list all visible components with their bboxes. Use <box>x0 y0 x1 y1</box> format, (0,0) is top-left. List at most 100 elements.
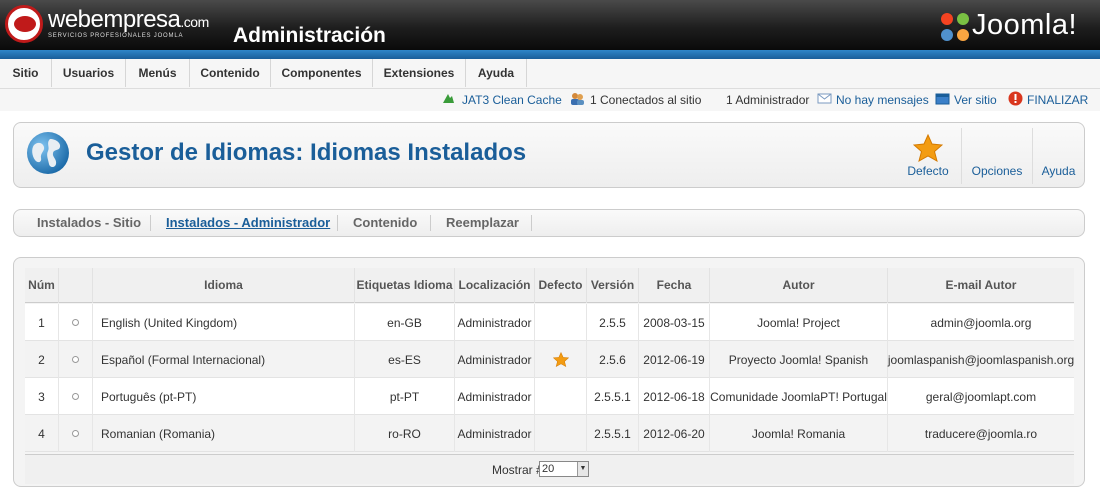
language-name[interactable]: Romanian (Romania) <box>93 415 355 452</box>
default-cell <box>535 304 587 341</box>
language-date: 2008-03-15 <box>639 304 710 341</box>
list-limit-value: 20 <box>542 463 555 475</box>
language-author: Joomla! Project <box>710 304 888 341</box>
webempresa-logo-icon <box>5 5 43 43</box>
options-button-label: Opciones <box>971 164 1023 178</box>
tab-divider <box>150 215 151 231</box>
cache-icon <box>443 94 454 103</box>
language-author: Proyecto Joomla! Spanish <box>710 341 888 378</box>
language-tag: ro-RO <box>355 415 455 452</box>
help-button[interactable]: Ayuda <box>1032 128 1084 184</box>
tab-divider <box>430 215 431 231</box>
language-location: Administrador <box>455 341 535 378</box>
language-date: 2012-06-19 <box>639 341 710 378</box>
language-date: 2012-06-18 <box>639 378 710 415</box>
row-select-radio[interactable] <box>72 356 79 363</box>
logout-link[interactable]: FINALIZAR <box>1027 92 1088 108</box>
row-select-radio[interactable] <box>72 393 79 400</box>
row-select-cell <box>59 341 93 378</box>
tab-replace[interactable]: Reemplazar <box>446 215 519 231</box>
default-star-icon[interactable] <box>552 352 569 367</box>
language-location: Administrador <box>455 378 535 415</box>
default-cell <box>535 415 587 452</box>
view-site-icon <box>935 93 950 105</box>
col-header-version[interactable]: Versión <box>587 268 639 303</box>
tab-installed-site[interactable]: Instalados - Sitio <box>37 215 141 231</box>
default-button[interactable]: Defecto <box>895 128 961 184</box>
row-select-cell <box>59 378 93 415</box>
language-name[interactable]: Español (Formal Internacional) <box>93 341 355 378</box>
show-count-label: Mostrar # <box>492 463 543 477</box>
language-version: 2.5.6 <box>587 341 639 378</box>
menu-menus[interactable]: Menús <box>126 59 190 87</box>
menu-ayuda[interactable]: Ayuda <box>466 59 527 87</box>
row-select-cell <box>59 415 93 452</box>
language-location: Administrador <box>455 304 535 341</box>
default-button-label: Defecto <box>907 164 949 178</box>
list-limit-select[interactable]: 20 ▼ <box>539 461 589 477</box>
menu-sitio[interactable]: Sitio <box>0 59 52 87</box>
language-author: Comunidade JoomlaPT! Portugal <box>710 378 888 415</box>
default-cell <box>535 378 587 415</box>
row-select-radio[interactable] <box>72 430 79 437</box>
joomla-logo-text: Joomla! <box>972 9 1078 41</box>
row-number: 3 <box>25 378 59 415</box>
view-site-link[interactable]: Ver sitio <box>954 92 997 108</box>
default-cell <box>535 341 587 378</box>
users-icon <box>571 93 584 105</box>
tab-content[interactable]: Contenido <box>353 215 417 231</box>
col-header-default[interactable]: Defecto <box>535 268 587 303</box>
row-select-cell <box>59 304 93 341</box>
col-header-num[interactable]: Núm <box>25 268 59 303</box>
messages-link[interactable]: No hay mensajes <box>836 92 929 108</box>
language-location: Administrador <box>455 415 535 452</box>
globe-icon <box>27 132 69 174</box>
language-name[interactable]: English (United Kingdom) <box>93 304 355 341</box>
tab-installed-admin[interactable]: Instalados - Administrador <box>166 215 330 231</box>
row-number: 2 <box>25 341 59 378</box>
menu-usuarios[interactable]: Usuarios <box>52 59 126 87</box>
star-icon <box>913 134 943 162</box>
options-button[interactable]: Opciones <box>961 128 1032 184</box>
language-tag: es-ES <box>355 341 455 378</box>
menu-extensiones[interactable]: Extensiones <box>373 59 466 87</box>
language-tag: en-GB <box>355 304 455 341</box>
row-number: 4 <box>25 415 59 452</box>
language-author-email: joomlaspanish@joomlaspanish.org <box>887 352 1075 367</box>
language-author-email: traducere@joomla.ro <box>924 426 1038 441</box>
brand-tagline: SERVICIOS PROFESIONALES JOOMLA <box>48 33 184 39</box>
language-tag: pt-PT <box>355 378 455 415</box>
language-version: 2.5.5.1 <box>587 415 639 452</box>
row-select-radio[interactable] <box>72 319 79 326</box>
header-accent-bar <box>0 50 1100 59</box>
app-title: Administración <box>233 24 386 47</box>
language-date: 2012-06-20 <box>639 415 710 452</box>
col-header-language[interactable]: Idioma <box>93 268 355 303</box>
menu-contenido[interactable]: Contenido <box>190 59 271 87</box>
tab-divider <box>337 215 338 231</box>
connected-users: 1 Conectados al sitio <box>590 93 702 107</box>
logout-icon <box>1008 91 1023 106</box>
message-icon <box>817 93 832 104</box>
tab-divider <box>531 215 532 231</box>
language-version: 2.5.5 <box>587 304 639 341</box>
joomla-logo-icon <box>941 13 969 41</box>
page-title: Gestor de Idiomas: Idiomas Instalados <box>86 139 527 166</box>
language-author-email: geral@joomlapt.com <box>925 389 1037 404</box>
col-header-author-email[interactable]: E-mail Autor <box>888 268 1074 303</box>
col-header-date[interactable]: Fecha <box>639 268 710 303</box>
brand-logo-text: webempresa.com <box>48 6 209 33</box>
row-number: 1 <box>25 304 59 341</box>
admin-count: 1 Administrador <box>726 93 810 107</box>
col-header-author[interactable]: Autor <box>710 268 888 303</box>
language-name[interactable]: Português (pt-PT) <box>93 378 355 415</box>
menu-componentes[interactable]: Componentes <box>271 59 373 87</box>
chevron-down-icon[interactable]: ▼ <box>577 462 588 476</box>
language-author-email: admin@joomla.org <box>930 315 1032 330</box>
language-version: 2.5.5.1 <box>587 378 639 415</box>
clean-cache-link[interactable]: JAT3 Clean Cache <box>462 92 562 108</box>
help-button-label: Ayuda <box>1041 164 1076 178</box>
col-header-tag[interactable]: Etiquetas Idioma <box>355 268 455 303</box>
language-author: Joomla! Romania <box>710 415 888 452</box>
col-header-location[interactable]: Localización <box>455 268 535 303</box>
